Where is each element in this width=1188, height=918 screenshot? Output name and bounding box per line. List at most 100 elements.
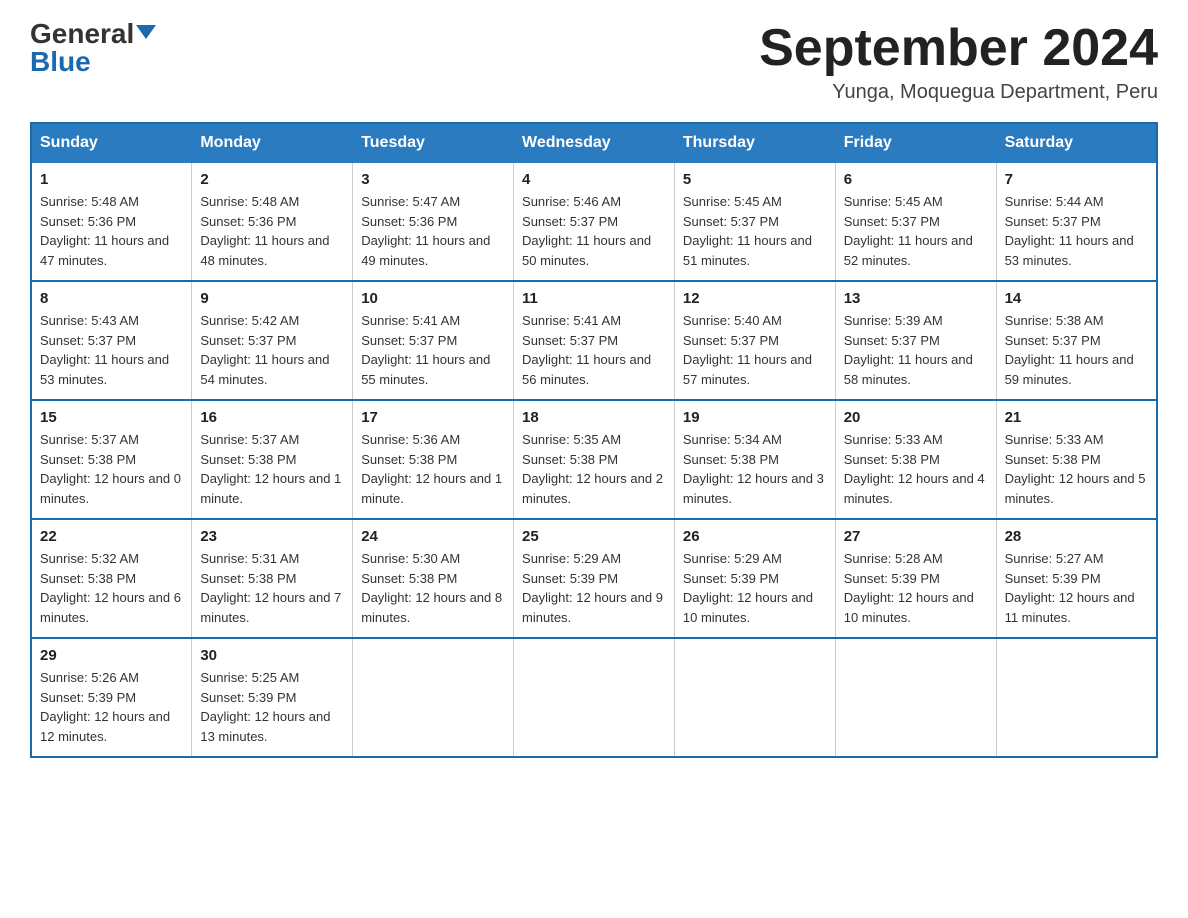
table-row: 18 Sunrise: 5:35 AM Sunset: 5:38 PM Dayl… [514,400,675,519]
day-info: Sunrise: 5:37 AM Sunset: 5:38 PM Dayligh… [40,430,183,508]
table-row: 4 Sunrise: 5:46 AM Sunset: 5:37 PM Dayli… [514,163,675,282]
table-row: 3 Sunrise: 5:47 AM Sunset: 5:36 PM Dayli… [353,163,514,282]
day-info: Sunrise: 5:35 AM Sunset: 5:38 PM Dayligh… [522,430,666,508]
day-info: Sunrise: 5:46 AM Sunset: 5:37 PM Dayligh… [522,192,666,270]
day-number: 16 [200,409,344,426]
day-number: 22 [40,528,183,545]
day-info: Sunrise: 5:29 AM Sunset: 5:39 PM Dayligh… [683,549,827,627]
day-info: Sunrise: 5:43 AM Sunset: 5:37 PM Dayligh… [40,311,183,389]
day-number: 18 [522,409,666,426]
day-number: 20 [844,409,988,426]
table-row: 17 Sunrise: 5:36 AM Sunset: 5:38 PM Dayl… [353,400,514,519]
day-info: Sunrise: 5:29 AM Sunset: 5:39 PM Dayligh… [522,549,666,627]
table-row [996,638,1157,757]
col-header-thursday: Thursday [674,123,835,163]
table-row: 1 Sunrise: 5:48 AM Sunset: 5:36 PM Dayli… [31,163,192,282]
table-row: 27 Sunrise: 5:28 AM Sunset: 5:39 PM Dayl… [835,519,996,638]
table-row: 22 Sunrise: 5:32 AM Sunset: 5:38 PM Dayl… [31,519,192,638]
table-row: 30 Sunrise: 5:25 AM Sunset: 5:39 PM Dayl… [192,638,353,757]
day-info: Sunrise: 5:28 AM Sunset: 5:39 PM Dayligh… [844,549,988,627]
day-info: Sunrise: 5:37 AM Sunset: 5:38 PM Dayligh… [200,430,344,508]
table-row: 26 Sunrise: 5:29 AM Sunset: 5:39 PM Dayl… [674,519,835,638]
calendar-table: Sunday Monday Tuesday Wednesday Thursday… [30,122,1158,758]
col-header-sunday: Sunday [31,123,192,163]
col-header-wednesday: Wednesday [514,123,675,163]
table-row: 13 Sunrise: 5:39 AM Sunset: 5:37 PM Dayl… [835,281,996,400]
table-row: 9 Sunrise: 5:42 AM Sunset: 5:37 PM Dayli… [192,281,353,400]
day-info: Sunrise: 5:25 AM Sunset: 5:39 PM Dayligh… [200,668,344,746]
col-header-tuesday: Tuesday [353,123,514,163]
calendar-location: Yunga, Moquegua Department, Peru [759,81,1158,104]
day-number: 14 [1005,290,1148,307]
logo-general-text: General [30,20,134,48]
logo-triangle-icon [136,25,156,39]
day-number: 23 [200,528,344,545]
day-info: Sunrise: 5:44 AM Sunset: 5:37 PM Dayligh… [1005,192,1148,270]
table-row: 12 Sunrise: 5:40 AM Sunset: 5:37 PM Dayl… [674,281,835,400]
day-info: Sunrise: 5:32 AM Sunset: 5:38 PM Dayligh… [40,549,183,627]
day-number: 21 [1005,409,1148,426]
day-number: 26 [683,528,827,545]
day-number: 24 [361,528,505,545]
day-info: Sunrise: 5:39 AM Sunset: 5:37 PM Dayligh… [844,311,988,389]
calendar-week-3: 15 Sunrise: 5:37 AM Sunset: 5:38 PM Dayl… [31,400,1157,519]
day-number: 12 [683,290,827,307]
table-row: 25 Sunrise: 5:29 AM Sunset: 5:39 PM Dayl… [514,519,675,638]
day-number: 11 [522,290,666,307]
table-row [674,638,835,757]
day-info: Sunrise: 5:38 AM Sunset: 5:37 PM Dayligh… [1005,311,1148,389]
col-header-saturday: Saturday [996,123,1157,163]
logo-blue-text: Blue [30,48,91,76]
table-row [514,638,675,757]
day-number: 28 [1005,528,1148,545]
table-row: 6 Sunrise: 5:45 AM Sunset: 5:37 PM Dayli… [835,163,996,282]
calendar-week-1: 1 Sunrise: 5:48 AM Sunset: 5:36 PM Dayli… [31,163,1157,282]
table-row: 16 Sunrise: 5:37 AM Sunset: 5:38 PM Dayl… [192,400,353,519]
table-row: 10 Sunrise: 5:41 AM Sunset: 5:37 PM Dayl… [353,281,514,400]
table-row: 14 Sunrise: 5:38 AM Sunset: 5:37 PM Dayl… [996,281,1157,400]
day-number: 3 [361,171,505,188]
day-number: 29 [40,647,183,664]
day-number: 1 [40,171,183,188]
table-row: 11 Sunrise: 5:41 AM Sunset: 5:37 PM Dayl… [514,281,675,400]
day-info: Sunrise: 5:45 AM Sunset: 5:37 PM Dayligh… [683,192,827,270]
day-number: 8 [40,290,183,307]
table-row [353,638,514,757]
day-info: Sunrise: 5:34 AM Sunset: 5:38 PM Dayligh… [683,430,827,508]
table-row: 23 Sunrise: 5:31 AM Sunset: 5:38 PM Dayl… [192,519,353,638]
day-number: 13 [844,290,988,307]
table-row: 28 Sunrise: 5:27 AM Sunset: 5:39 PM Dayl… [996,519,1157,638]
table-row: 20 Sunrise: 5:33 AM Sunset: 5:38 PM Dayl… [835,400,996,519]
day-info: Sunrise: 5:33 AM Sunset: 5:38 PM Dayligh… [1005,430,1148,508]
day-info: Sunrise: 5:27 AM Sunset: 5:39 PM Dayligh… [1005,549,1148,627]
col-header-monday: Monday [192,123,353,163]
table-row: 21 Sunrise: 5:33 AM Sunset: 5:38 PM Dayl… [996,400,1157,519]
table-row: 29 Sunrise: 5:26 AM Sunset: 5:39 PM Dayl… [31,638,192,757]
day-info: Sunrise: 5:45 AM Sunset: 5:37 PM Dayligh… [844,192,988,270]
day-info: Sunrise: 5:33 AM Sunset: 5:38 PM Dayligh… [844,430,988,508]
table-row: 19 Sunrise: 5:34 AM Sunset: 5:38 PM Dayl… [674,400,835,519]
day-info: Sunrise: 5:30 AM Sunset: 5:38 PM Dayligh… [361,549,505,627]
day-number: 2 [200,171,344,188]
table-row [835,638,996,757]
calendar-title: September 2024 [759,20,1158,77]
day-number: 9 [200,290,344,307]
table-row: 24 Sunrise: 5:30 AM Sunset: 5:38 PM Dayl… [353,519,514,638]
day-info: Sunrise: 5:42 AM Sunset: 5:37 PM Dayligh… [200,311,344,389]
calendar-week-2: 8 Sunrise: 5:43 AM Sunset: 5:37 PM Dayli… [31,281,1157,400]
calendar-week-5: 29 Sunrise: 5:26 AM Sunset: 5:39 PM Dayl… [31,638,1157,757]
day-info: Sunrise: 5:48 AM Sunset: 5:36 PM Dayligh… [200,192,344,270]
day-info: Sunrise: 5:36 AM Sunset: 5:38 PM Dayligh… [361,430,505,508]
title-block: September 2024 Yunga, Moquegua Departmen… [759,20,1158,104]
day-number: 19 [683,409,827,426]
day-number: 25 [522,528,666,545]
day-number: 6 [844,171,988,188]
table-row: 5 Sunrise: 5:45 AM Sunset: 5:37 PM Dayli… [674,163,835,282]
day-number: 15 [40,409,183,426]
table-row: 7 Sunrise: 5:44 AM Sunset: 5:37 PM Dayli… [996,163,1157,282]
day-info: Sunrise: 5:48 AM Sunset: 5:36 PM Dayligh… [40,192,183,270]
day-number: 10 [361,290,505,307]
day-info: Sunrise: 5:41 AM Sunset: 5:37 PM Dayligh… [361,311,505,389]
col-header-friday: Friday [835,123,996,163]
day-number: 4 [522,171,666,188]
